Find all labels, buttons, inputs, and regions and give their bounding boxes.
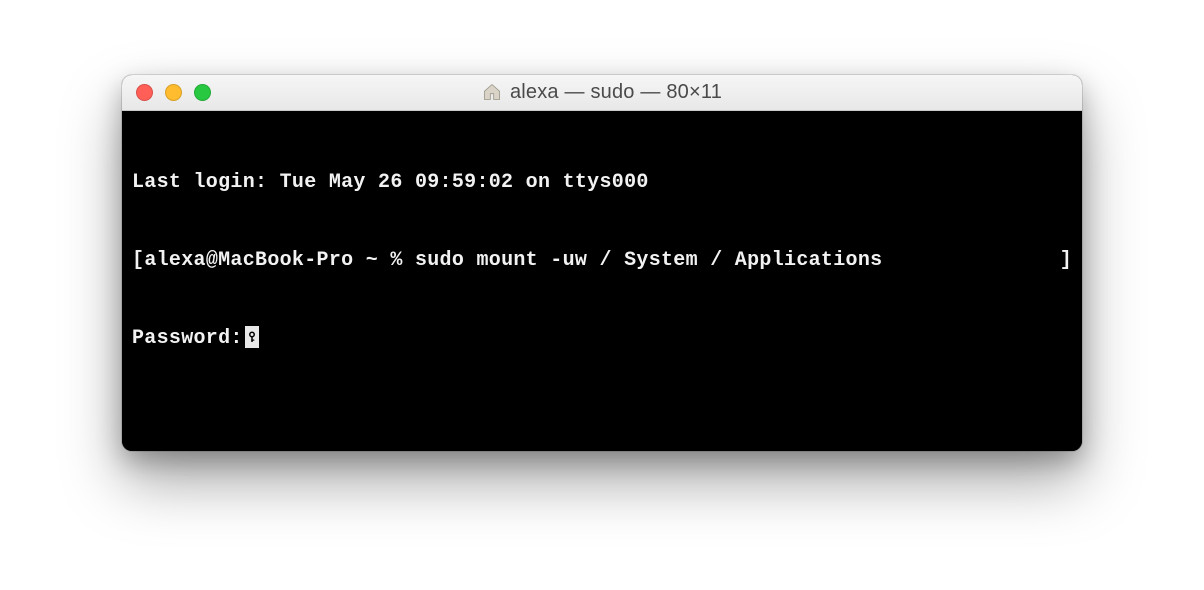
- title-wrap: alexa — sudo — 80×11: [122, 81, 1082, 104]
- traffic-lights: [122, 84, 211, 101]
- terminal-window: alexa — sudo — 80×11 Last login: Tue May…: [122, 75, 1082, 451]
- home-icon: [482, 82, 502, 102]
- password-line: Password:: [132, 326, 1072, 352]
- prompt-command: alexa@MacBook-Pro ~ % sudo mount -uw / S…: [144, 249, 882, 272]
- window-titlebar: alexa — sudo — 80×11: [122, 75, 1082, 111]
- password-label: Password:: [132, 327, 243, 350]
- prompt-open-bracket: [: [132, 249, 144, 272]
- minimize-button[interactable]: [165, 84, 182, 101]
- zoom-button[interactable]: [194, 84, 211, 101]
- terminal-body[interactable]: Last login: Tue May 26 09:59:02 on ttys0…: [122, 111, 1082, 451]
- prompt-line: [alexa@MacBook-Pro ~ % sudo mount -uw / …: [132, 248, 1072, 274]
- prompt-close-bracket: ]: [1060, 248, 1072, 274]
- close-button[interactable]: [136, 84, 153, 101]
- key-icon: [245, 326, 259, 348]
- last-login-line: Last login: Tue May 26 09:59:02 on ttys0…: [132, 170, 1072, 196]
- window-title: alexa — sudo — 80×11: [510, 81, 722, 104]
